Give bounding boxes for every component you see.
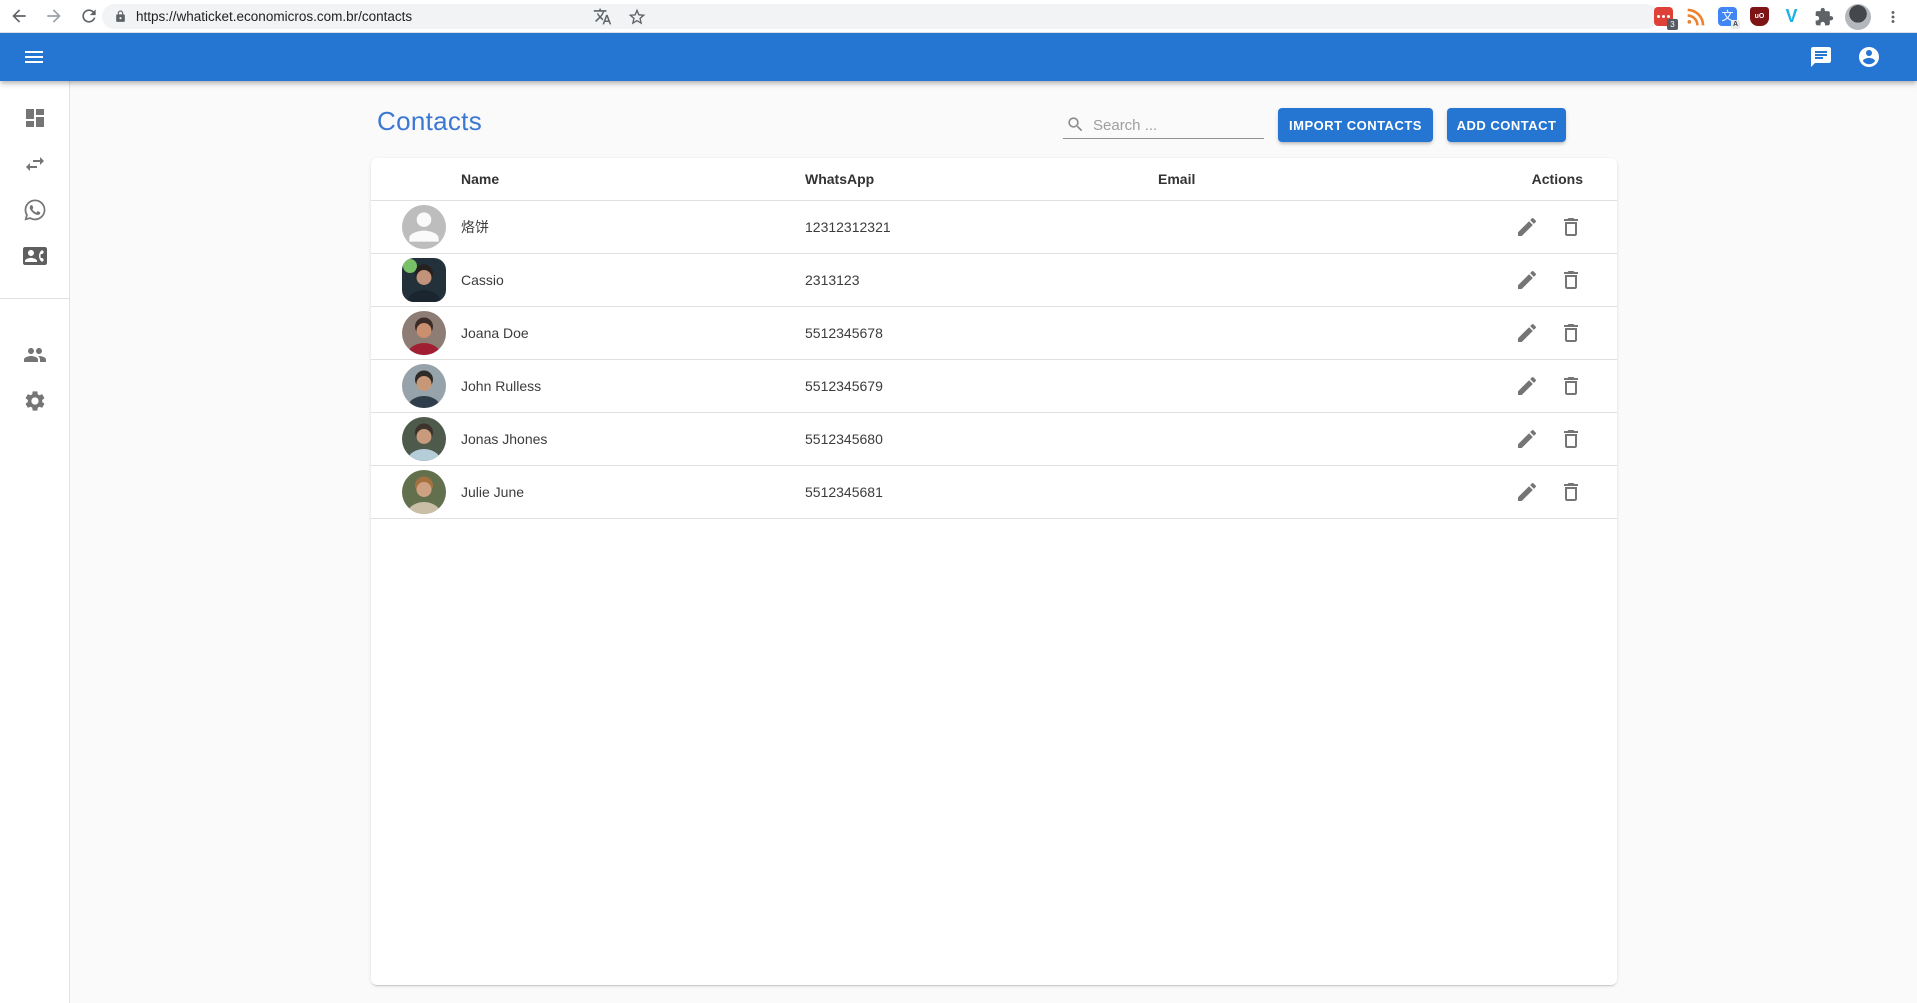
contact-name: 烙饼	[461, 201, 489, 254]
browser-profile-avatar[interactable]	[1845, 4, 1871, 30]
edit-contact-icon[interactable]	[1515, 268, 1539, 292]
contacts-table-card: Name WhatsApp Email Actions 烙饼 123123123…	[371, 158, 1617, 985]
sidebar-divider	[0, 298, 70, 299]
translate-extension-icon[interactable]: 文A	[1717, 6, 1738, 27]
table-row: Cassio 2313123	[371, 254, 1617, 307]
account-circle-icon[interactable]	[1857, 45, 1881, 74]
browser-forward-icon[interactable]	[44, 6, 64, 26]
search-box	[1063, 112, 1264, 139]
contact-whatsapp: 2313123	[805, 254, 860, 307]
contact-name: Julie June	[461, 466, 524, 519]
sidebar-item-connections[interactable]	[0, 152, 70, 176]
contact-avatar	[402, 470, 446, 514]
column-header-email: Email	[1158, 158, 1195, 201]
extension-badge: 3	[1667, 19, 1678, 30]
contacts-table-body: 烙饼 12312312321 Cassio 2313123 Joana Doe …	[371, 201, 1617, 519]
chat-icon[interactable]	[1809, 45, 1833, 74]
bookmark-star-icon[interactable]	[626, 6, 647, 27]
table-row: Jonas Jhones 5512345680	[371, 413, 1617, 466]
contact-whatsapp: 5512345680	[805, 413, 883, 466]
contact-phone-icon	[23, 244, 47, 268]
browser-back-icon[interactable]	[9, 6, 29, 26]
whatsapp-icon	[23, 198, 47, 222]
ublock-origin-icon[interactable]: uO	[1749, 6, 1770, 27]
vimeo-icon[interactable]: V	[1781, 6, 1802, 27]
contact-whatsapp: 5512345679	[805, 360, 883, 413]
contact-whatsapp: 5512345678	[805, 307, 883, 360]
edit-contact-icon[interactable]	[1515, 215, 1539, 239]
contact-name: Jonas Jhones	[461, 413, 547, 466]
search-input[interactable]	[1093, 117, 1264, 134]
table-row: Julie June 5512345681	[371, 466, 1617, 519]
contact-name: Cassio	[461, 254, 504, 307]
table-row: Joana Doe 5512345678	[371, 307, 1617, 360]
delete-contact-icon[interactable]	[1559, 427, 1583, 451]
delete-contact-icon[interactable]	[1559, 215, 1583, 239]
contact-name: John Rulless	[461, 360, 541, 413]
delete-contact-icon[interactable]	[1559, 321, 1583, 345]
main-content: Contacts IMPORT CONTACTS ADD CONTACT Nam…	[70, 81, 1917, 1003]
browser-reload-icon[interactable]	[79, 6, 99, 26]
swap-arrows-icon	[23, 152, 47, 176]
import-contacts-button[interactable]: IMPORT CONTACTS	[1278, 108, 1433, 142]
https-lock-icon	[114, 10, 127, 23]
edit-contact-icon[interactable]	[1515, 427, 1539, 451]
app-bar	[0, 33, 1917, 81]
search-icon	[1066, 115, 1085, 134]
table-row: John Rulless 5512345679	[371, 360, 1617, 413]
extension-red-icon[interactable]: 3	[1653, 6, 1674, 27]
contact-whatsapp: 12312312321	[805, 201, 891, 254]
page-translate-icon[interactable]	[592, 6, 613, 27]
sidebar-item-users[interactable]	[0, 343, 70, 367]
rss-icon[interactable]	[1685, 6, 1706, 27]
edit-contact-icon[interactable]	[1515, 321, 1539, 345]
url-text[interactable]: https://whaticket.economicros.com.br/con…	[136, 9, 412, 24]
contact-avatar	[402, 205, 446, 249]
delete-contact-icon[interactable]	[1559, 268, 1583, 292]
sidebar-item-contacts[interactable]	[0, 244, 70, 268]
edit-contact-icon[interactable]	[1515, 374, 1539, 398]
contact-avatar	[402, 258, 446, 302]
table-header-row: Name WhatsApp Email Actions	[371, 158, 1617, 201]
menu-hamburger-icon[interactable]	[22, 45, 46, 74]
contact-name: Joana Doe	[461, 307, 529, 360]
delete-contact-icon[interactable]	[1559, 374, 1583, 398]
column-header-name: Name	[461, 158, 499, 201]
table-row: 烙饼 12312312321	[371, 201, 1617, 254]
column-header-whatsapp: WhatsApp	[805, 158, 874, 201]
extensions-puzzle-icon[interactable]	[1813, 6, 1834, 27]
sidebar-item-dashboard[interactable]	[0, 106, 70, 130]
delete-contact-icon[interactable]	[1559, 480, 1583, 504]
contact-avatar	[402, 364, 446, 408]
contact-whatsapp: 5512345681	[805, 466, 883, 519]
column-header-actions: Actions	[1532, 158, 1583, 201]
dashboard-icon	[23, 106, 47, 130]
people-icon	[23, 343, 47, 367]
edit-contact-icon[interactable]	[1515, 480, 1539, 504]
contact-avatar	[402, 417, 446, 461]
gear-icon	[23, 389, 47, 413]
address-bar[interactable]: https://whaticket.economicros.com.br/con…	[102, 4, 1658, 29]
browser-menu-kebab-icon[interactable]	[1882, 6, 1903, 27]
browser-chrome: https://whaticket.economicros.com.br/con…	[0, 0, 1917, 33]
sidebar-item-settings[interactable]	[0, 389, 70, 413]
add-contact-button[interactable]: ADD CONTACT	[1447, 108, 1566, 142]
contact-avatar	[402, 311, 446, 355]
page-title: Contacts	[377, 106, 482, 137]
sidebar-item-tickets[interactable]	[0, 198, 70, 222]
sidebar-nav	[0, 81, 70, 1003]
